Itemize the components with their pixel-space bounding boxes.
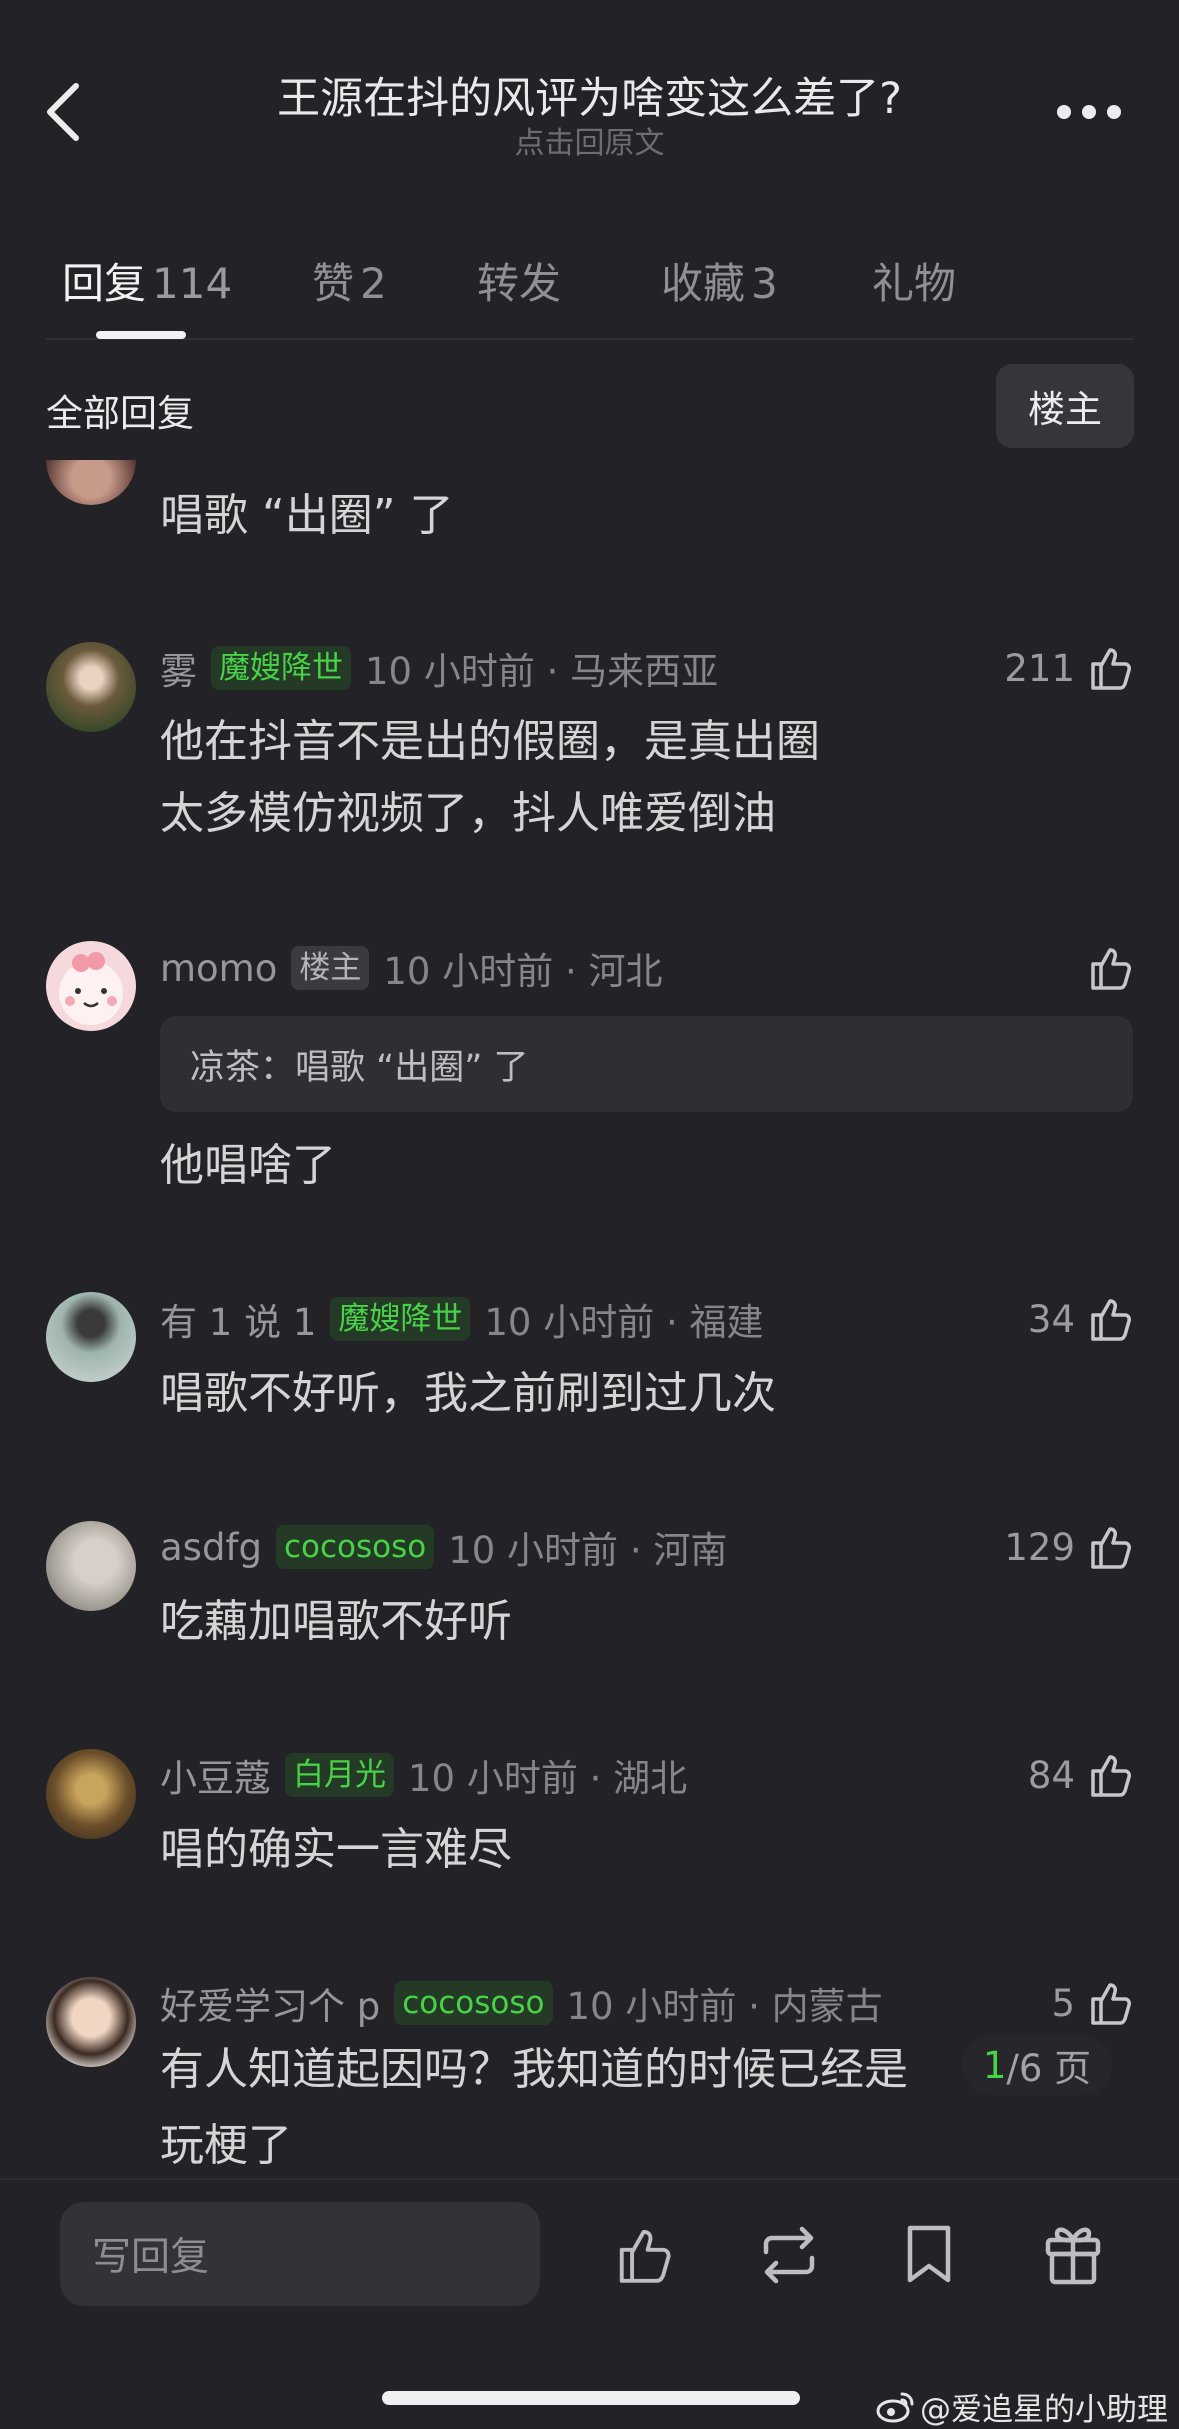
avatar[interactable] bbox=[46, 941, 136, 1031]
bottom-divider bbox=[0, 2178, 1179, 2180]
comment-meta: asdfg cocososo 10 小时前 · 河南 bbox=[160, 1522, 727, 1572]
avatar[interactable] bbox=[46, 1977, 136, 2067]
comment-meta: 小豆蔻 白月光 10 小时前 · 湖北 bbox=[160, 1750, 687, 1800]
comment-meta: 好爱学习个 p cocososo 10 小时前 · 内蒙古 bbox=[160, 1978, 883, 2028]
fan-badge: 魔嫂降世 bbox=[211, 646, 351, 690]
like-count: 34 bbox=[1027, 1297, 1075, 1341]
username[interactable]: 好爱学习个 p bbox=[160, 1976, 380, 2030]
bookmark-icon bbox=[907, 2225, 951, 2283]
repost-icon bbox=[763, 2226, 815, 2284]
timestamp-location: 10 小时前 · 河北 bbox=[383, 950, 663, 993]
fan-badge: cocososo bbox=[394, 1981, 553, 2025]
username[interactable]: asdfg bbox=[160, 1526, 262, 1569]
total-pages: /6 页 bbox=[1006, 2047, 1092, 2090]
like-button[interactable]: 5 bbox=[1051, 1978, 1135, 2028]
comment-text: 有人知道起因吗？我知道的时候已经是 bbox=[160, 2044, 908, 2095]
tab-likes-count: 2 bbox=[360, 259, 387, 308]
comment-text: 唱的确实一言难尽 bbox=[160, 1824, 512, 1875]
view-original-link[interactable]: 点击回原文 bbox=[0, 118, 1179, 162]
thumbs-up-icon bbox=[1091, 1755, 1131, 1797]
timestamp-location: 10 小时前 · 马来西亚 bbox=[365, 650, 719, 693]
thumbs-up-icon bbox=[1091, 1299, 1131, 1341]
thumbs-up-icon bbox=[1091, 948, 1131, 990]
username[interactable]: 雾 bbox=[160, 641, 197, 695]
page-indicator[interactable]: 1/6 页 bbox=[962, 2035, 1112, 2095]
comment-text: 他在抖音不是出的假圈，是真出圈 bbox=[160, 716, 820, 767]
like-count: 129 bbox=[1004, 1525, 1075, 1569]
tab-favorites-count: 3 bbox=[751, 259, 778, 308]
avatar[interactable] bbox=[46, 1292, 136, 1382]
comment-text: 太多模仿视频了，抖人唯爱倒油 bbox=[160, 788, 776, 839]
like-post-button[interactable] bbox=[614, 2224, 676, 2286]
like-count: 84 bbox=[1027, 1753, 1075, 1797]
home-indicator bbox=[382, 2391, 800, 2405]
more-button[interactable] bbox=[1054, 100, 1124, 124]
tab-likes-label: 赞 bbox=[312, 259, 355, 308]
tab-replies[interactable]: 回复 114 bbox=[62, 250, 232, 311]
fan-badge: 魔嫂降世 bbox=[330, 1297, 471, 1341]
tab-reposts-label: 转发 bbox=[477, 259, 562, 308]
avatar[interactable] bbox=[46, 1749, 136, 1839]
gift-button[interactable] bbox=[1044, 2220, 1102, 2286]
comment-meta: 雾 魔嫂降世 10 小时前 · 马来西亚 bbox=[160, 643, 718, 693]
comment-meta: momo 楼主 10 小时前 · 河北 bbox=[160, 943, 663, 993]
more-icon bbox=[1057, 105, 1121, 119]
tab-favorites-label: 收藏 bbox=[661, 259, 746, 308]
favorite-button[interactable] bbox=[904, 2222, 954, 2286]
like-button[interactable]: 84 bbox=[1028, 1750, 1135, 1800]
like-button[interactable] bbox=[1075, 943, 1135, 993]
like-button[interactable]: 129 bbox=[1004, 1522, 1135, 1572]
thumbs-up-icon bbox=[1091, 1983, 1131, 2025]
like-count: 211 bbox=[1004, 646, 1075, 690]
watermark: @爱追星的小助理 bbox=[876, 2384, 1168, 2429]
owner-only-button[interactable]: 楼主 bbox=[996, 364, 1134, 448]
comment-text: 玩梗了 bbox=[160, 2120, 292, 2171]
tab-active-indicator bbox=[96, 331, 186, 339]
current-page: 1 bbox=[982, 2043, 1007, 2087]
thumbs-up-icon bbox=[1091, 1527, 1131, 1569]
tab-favorites[interactable]: 收藏 3 bbox=[661, 250, 778, 311]
timestamp-location: 10 小时前 · 湖北 bbox=[408, 1757, 688, 1800]
timestamp-location: 10 小时前 · 福建 bbox=[484, 1301, 764, 1344]
fan-badge: cocososo bbox=[275, 1525, 435, 1569]
repost-button[interactable] bbox=[756, 2226, 822, 2284]
thumbs-up-icon bbox=[619, 2229, 671, 2283]
username[interactable]: 小豆蔻 bbox=[160, 1748, 271, 1802]
tab-replies-count: 114 bbox=[152, 259, 233, 308]
tab-gifts[interactable]: 礼物 bbox=[872, 250, 956, 311]
timestamp-location: 10 小时前 · 内蒙古 bbox=[566, 1985, 883, 2028]
comment-text: 他唱啥了 bbox=[160, 1140, 336, 1191]
watermark-text: @爱追星的小助理 bbox=[920, 2392, 1168, 2428]
tab-gifts-label: 礼物 bbox=[872, 259, 957, 308]
username[interactable]: momo bbox=[160, 947, 277, 990]
like-button[interactable]: 211 bbox=[1004, 643, 1135, 693]
username[interactable]: 有 1 说 1 bbox=[160, 1292, 316, 1346]
quoted-reply[interactable]: 凉茶：唱歌 “出圈” 了 bbox=[160, 1016, 1133, 1112]
thumbs-up-icon bbox=[1091, 648, 1131, 690]
like-button[interactable]: 34 bbox=[1028, 1294, 1135, 1344]
avatar[interactable] bbox=[46, 642, 136, 732]
tab-likes[interactable]: 赞2 bbox=[312, 250, 387, 311]
gift-icon bbox=[1045, 2227, 1101, 2285]
timestamp-location: 10 小时前 · 河南 bbox=[448, 1529, 728, 1572]
comment-text: 吃藕加唱歌不好听 bbox=[160, 1596, 512, 1647]
fan-badge: 白月光 bbox=[285, 1753, 394, 1797]
comment-meta: 有 1 说 1 魔嫂降世 10 小时前 · 福建 bbox=[160, 1294, 764, 1344]
avatar[interactable] bbox=[46, 1521, 136, 1611]
reply-input[interactable]: 写回复 bbox=[60, 2202, 540, 2306]
tab-replies-label: 回复 bbox=[62, 259, 147, 308]
page-title: 王源在抖的风评为啥变这么差了? bbox=[277, 74, 902, 124]
all-replies-label: 全部回复 bbox=[46, 392, 194, 435]
tab-reposts[interactable]: 转发 bbox=[477, 250, 561, 311]
cartoon-face-icon bbox=[59, 952, 123, 1025]
avatar[interactable] bbox=[46, 460, 136, 505]
comment-text: 唱歌 “出圈” 了 bbox=[160, 490, 454, 541]
owner-badge: 楼主 bbox=[291, 946, 370, 990]
weibo-logo-icon bbox=[876, 2392, 914, 2422]
like-count: 5 bbox=[1051, 1981, 1075, 2025]
tab-divider bbox=[46, 338, 1134, 340]
comment-text: 唱歌不好听，我之前刷到过几次 bbox=[160, 1368, 776, 1419]
